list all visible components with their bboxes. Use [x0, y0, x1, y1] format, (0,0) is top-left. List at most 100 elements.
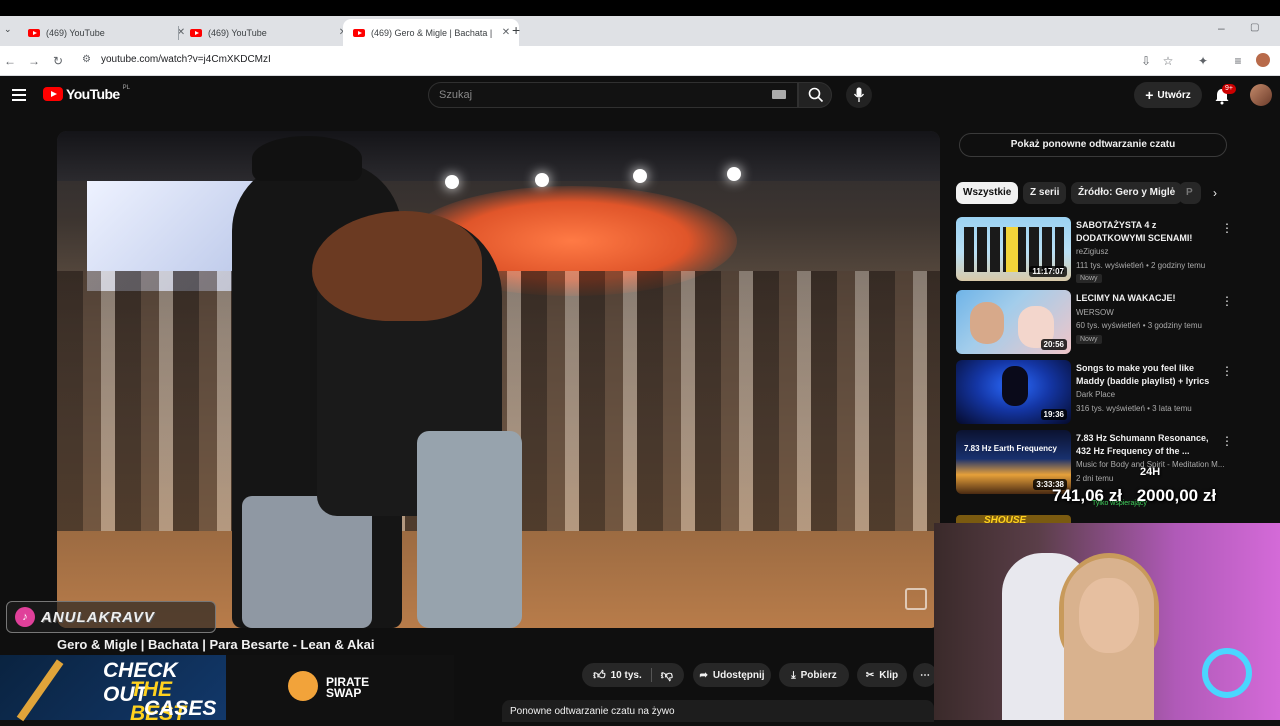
profile-avatar[interactable]: [1256, 53, 1270, 67]
ad-knife-graphic: [16, 659, 64, 722]
video-thumbnail[interactable]: 19:36: [956, 360, 1071, 424]
video-scene-cap: [252, 136, 362, 181]
maximize-icon[interactable]: ▢: [1250, 22, 1259, 33]
video-meta: 316 tys. wyświetleń • 3 lata temu: [1076, 404, 1192, 413]
clip-button[interactable]: ✂ Klip: [857, 663, 907, 687]
youtube-favicon-icon: [353, 28, 365, 37]
list-item[interactable]: 11:17:07 SABOTAŻYSTA 4 z DODATKOWYMI SCE…: [956, 217, 1233, 283]
donation-sub-label: Tylko wspierający: [1092, 500, 1147, 507]
video-scene-jeans: [417, 431, 522, 628]
video-title[interactable]: LECIMY NA WAKACJE!: [1076, 292, 1211, 305]
forward-icon[interactable]: →: [26, 53, 42, 69]
video-title[interactable]: SABOTAŻYSTA 4 z DODATKOWYMI SCENAMI!: [1076, 219, 1211, 245]
like-count[interactable]: 10 tys.: [611, 670, 642, 681]
new-tab-icon[interactable]: +: [512, 22, 520, 38]
tab-1[interactable]: (469) YouTube ✕: [18, 19, 194, 46]
tab-2[interactable]: (469) YouTube ✕: [180, 19, 356, 46]
minimize-icon[interactable]: –: [1218, 21, 1225, 35]
video-scene-light: [535, 173, 549, 187]
thumbnail-figure: [1002, 366, 1028, 406]
video-meta: 2 dni temu: [1076, 474, 1114, 483]
pirate-mascot-icon: [288, 671, 318, 701]
url-field[interactable]: youtube.com/watch?v=j4CmXKDCMzI: [101, 54, 271, 65]
thumbnail-text: 7.83 Hz Earth Frequency: [964, 444, 1057, 453]
ad-brand: PIRATE SWAP: [326, 675, 370, 700]
youtube-favicon-icon: [28, 28, 40, 37]
more-vert-icon[interactable]: ⋮: [1221, 221, 1233, 235]
search-button[interactable]: [798, 82, 832, 108]
youtube-favicon-icon: [190, 28, 202, 37]
video-title[interactable]: Songs to make you feel like Maddy (baddi…: [1076, 362, 1211, 388]
ad-line3: CASES: [144, 697, 217, 720]
thumbs-down-icon[interactable]: 👎︎: [661, 668, 673, 683]
share-icon: ➦: [699, 669, 708, 681]
download-button[interactable]: ⤓ Pobierz: [779, 663, 849, 687]
download-label: Pobierz: [800, 669, 837, 681]
reload-icon[interactable]: ↻: [50, 53, 66, 69]
video-player[interactable]: [57, 131, 940, 628]
show-chat-replay-button[interactable]: Pokaż ponowne odtwarzanie czatu: [959, 133, 1227, 157]
video-thumbnail[interactable]: 11:17:07: [956, 217, 1071, 281]
streamer-webcam: [934, 523, 1280, 720]
video-meta: 60 tys. wyświetleń • 3 godziny temu: [1076, 321, 1202, 330]
tiktok-name: ANULAKRAVV: [41, 608, 155, 626]
back-icon[interactable]: ←: [2, 53, 18, 69]
site-info-icon[interactable]: ⚙: [82, 54, 94, 66]
chip-source[interactable]: Źródło: Gero y Miglė: [1071, 182, 1183, 204]
extensions-icon[interactable]: ✦: [1195, 53, 1211, 69]
list-item[interactable]: 19:36 Songs to make you feel like Maddy …: [956, 360, 1233, 426]
video-scene-light: [633, 169, 647, 183]
video-title[interactable]: 7.83 Hz Schumann Resonance, 432 Hz Frequ…: [1076, 432, 1211, 458]
youtube-logo[interactable]: YouTube PL: [43, 85, 130, 102]
share-label: Udostępnij: [712, 669, 765, 681]
bookmark-star-icon[interactable]: ☆: [1160, 53, 1176, 69]
thumbnail-figure-highlight: [1006, 227, 1018, 272]
logo-text: YouTube: [66, 86, 120, 102]
logo-region: PL: [122, 85, 130, 91]
search-icon: [808, 87, 824, 103]
ad-banner-cases: CHECK OUT THE BEST CASES: [0, 655, 226, 725]
youtube-play-icon: [43, 87, 63, 101]
channel-watermark-icon[interactable]: [905, 588, 927, 610]
ad-banner-pirateswap: PIRATE SWAP: [226, 655, 454, 720]
account-avatar[interactable]: [1250, 84, 1272, 106]
channel-name[interactable]: Dark Place: [1076, 390, 1115, 399]
video-scene-ceiling: [57, 131, 940, 181]
close-icon[interactable]: ✕: [499, 27, 513, 38]
share-button[interactable]: ➦ Udostępnij: [693, 663, 771, 687]
chevron-right-icon[interactable]: ›: [1206, 183, 1224, 203]
video-thumbnail[interactable]: 7.83 Hz Earth Frequency 3:33:38: [956, 430, 1071, 494]
tab-search-icon[interactable]: ⌄: [4, 24, 12, 35]
chip-series[interactable]: Z serii: [1023, 182, 1067, 204]
install-app-icon[interactable]: ⇩: [1138, 53, 1154, 69]
youtube-header: YouTube PL Szukaj + Utwórz 9+: [0, 76, 1280, 116]
search-input[interactable]: Szukaj: [428, 82, 798, 108]
video-duration: 19:36: [1040, 409, 1067, 420]
video-title: Gero & Migle | Bachata | Para Besarte - …: [57, 637, 375, 652]
menu-list-icon[interactable]: ≡: [1230, 53, 1246, 69]
os-top-bar: [0, 0, 1280, 16]
thumbnail-figure: [970, 302, 1004, 344]
tab-3-active[interactable]: (469) Gero & Migle | Bachata | Para Besa…: [343, 19, 519, 46]
tab-title: (469) YouTube: [46, 27, 105, 38]
webcam-face: [1079, 578, 1139, 653]
donation-goal: 2000,00 zł: [1136, 486, 1217, 505]
hamburger-menu-icon[interactable]: [12, 89, 26, 101]
chat-replay-header[interactable]: Ponowne odtwarzanie czatu na żywo: [502, 700, 934, 722]
chip-more[interactable]: P: [1179, 182, 1201, 204]
scissors-icon: ✂: [865, 669, 875, 681]
more-vert-icon[interactable]: ⋮: [1221, 434, 1233, 448]
create-button[interactable]: + Utwórz: [1134, 82, 1202, 108]
chip-all[interactable]: Wszystkie: [956, 182, 1019, 204]
list-item[interactable]: 20:56 LECIMY NA WAKACJE! WERSOW 60 tys. …: [956, 290, 1233, 356]
voice-search-button[interactable]: [846, 82, 872, 108]
tiktok-icon: ♪: [15, 607, 35, 627]
thumbs-up-icon[interactable]: 👍︎: [593, 668, 606, 683]
more-vert-icon[interactable]: ⋮: [1221, 364, 1233, 378]
like-divider: [650, 668, 652, 682]
channel-name[interactable]: reZigiusz: [1076, 247, 1108, 256]
keyboard-icon[interactable]: [772, 90, 786, 99]
more-vert-icon[interactable]: ⋮: [1221, 294, 1233, 308]
video-thumbnail[interactable]: 20:56: [956, 290, 1071, 354]
channel-name[interactable]: WERSOW: [1076, 308, 1114, 317]
